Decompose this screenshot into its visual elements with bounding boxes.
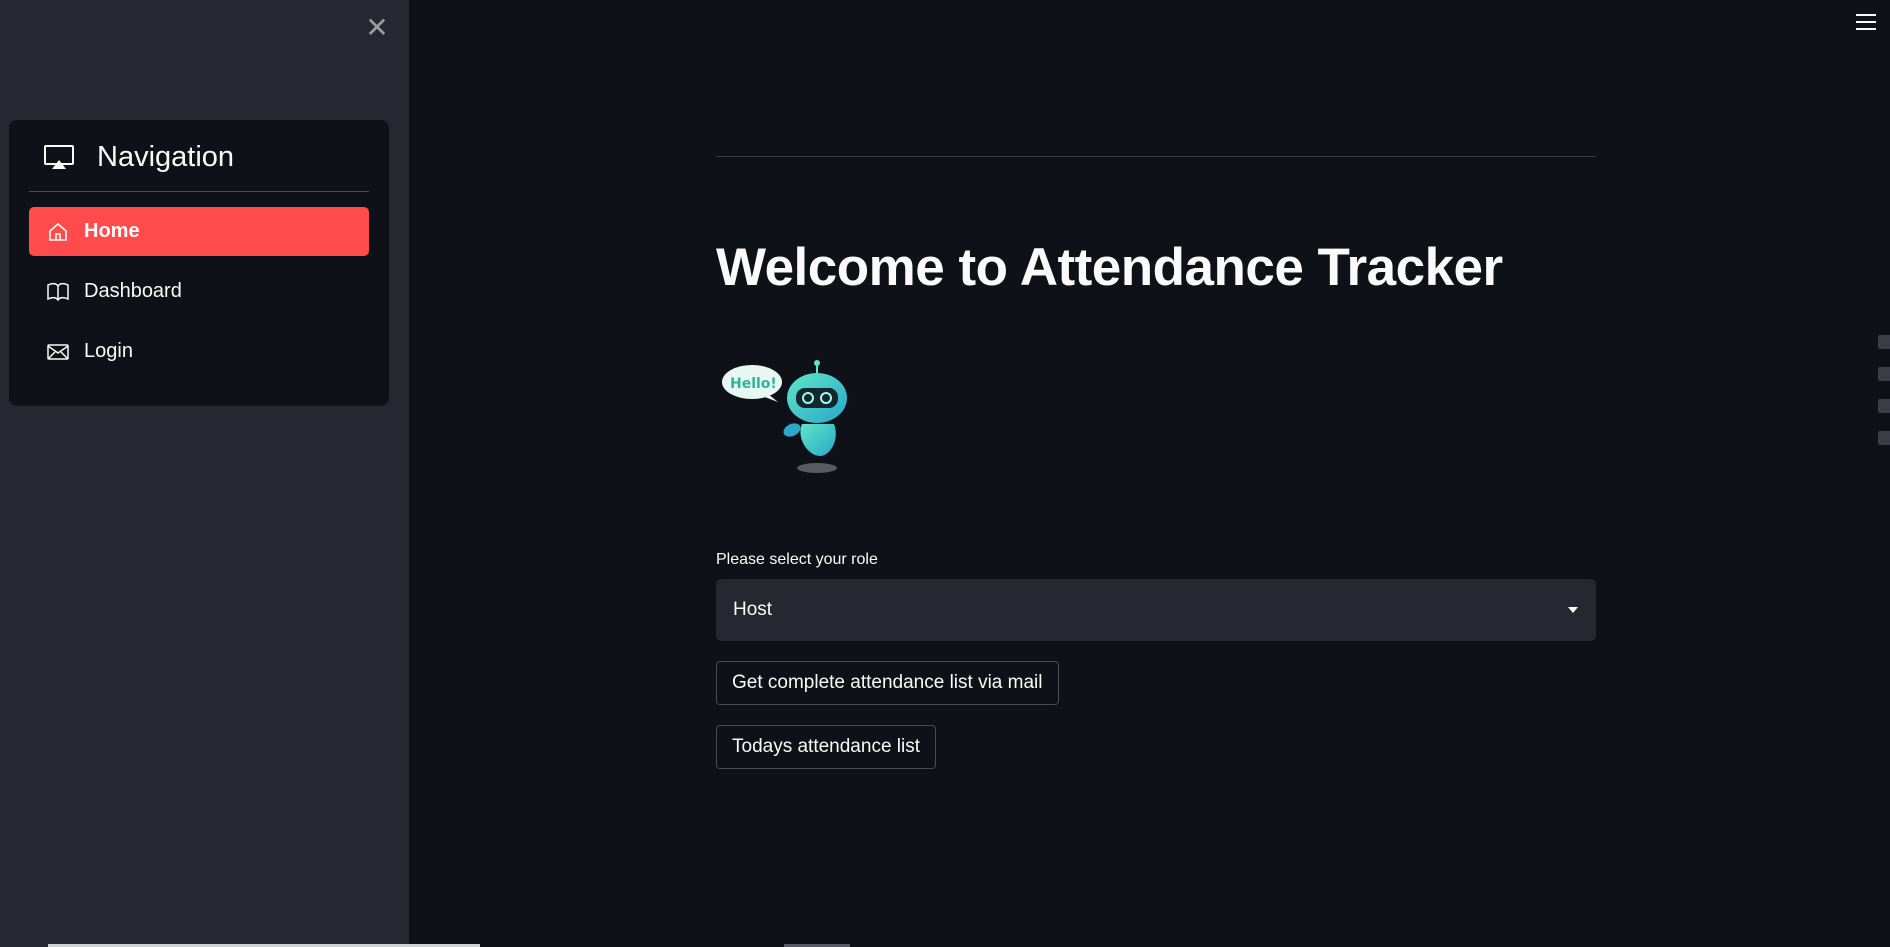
role-select-label: Please select your role <box>716 551 878 568</box>
edge-toolbar <box>1878 335 1890 485</box>
navigation-menu: Navigation Home Dashboard Login <box>9 120 389 406</box>
envelope-icon <box>47 343 69 360</box>
role-select[interactable]: Host <box>716 579 1596 641</box>
sidebar-item-label: Dashboard <box>84 280 182 302</box>
book-icon <box>47 282 69 301</box>
todays-attendance-list-button[interactable]: Todays attendance list <box>716 725 937 769</box>
sidebar-item-label: Home <box>84 220 140 242</box>
sidebar-item-home[interactable]: Home <box>29 207 369 256</box>
navigation-divider <box>29 191 369 192</box>
sidebar: ✕ Navigation Home Dashboard Login <box>0 0 409 947</box>
edge-tool[interactable] <box>1878 335 1890 349</box>
edge-tool[interactable] <box>1878 367 1890 381</box>
close-sidebar-icon[interactable]: ✕ <box>364 14 390 42</box>
robot-illustration: Hello! <box>722 360 847 473</box>
edge-tool[interactable] <box>1878 431 1890 445</box>
page-title: Welcome to Attendance Tracker <box>716 238 1503 297</box>
sidebar-item-dashboard[interactable]: Dashboard <box>29 267 369 316</box>
main-content: Welcome to Attendance Tracker Hello! Ple… <box>409 0 1890 947</box>
house-icon <box>49 222 67 241</box>
content-column: Welcome to Attendance Tracker Hello! Ple… <box>716 156 1596 769</box>
airplay-icon <box>44 145 74 169</box>
navigation-title: Navigation <box>97 140 235 173</box>
robot-bubble-text: Hello! <box>730 376 777 392</box>
mail-attendance-list-button[interactable]: Get complete attendance list via mail <box>716 661 1059 705</box>
sidebar-item-login[interactable]: Login <box>29 327 369 376</box>
sidebar-item-label: Login <box>84 340 133 362</box>
top-divider <box>716 156 1596 157</box>
hamburger-menu-icon[interactable] <box>1856 14 1876 36</box>
navigation-header: Navigation <box>29 138 369 176</box>
role-select-value: Host <box>733 599 773 620</box>
chevron-down-icon <box>1568 607 1578 613</box>
edge-tool[interactable] <box>1878 399 1890 413</box>
